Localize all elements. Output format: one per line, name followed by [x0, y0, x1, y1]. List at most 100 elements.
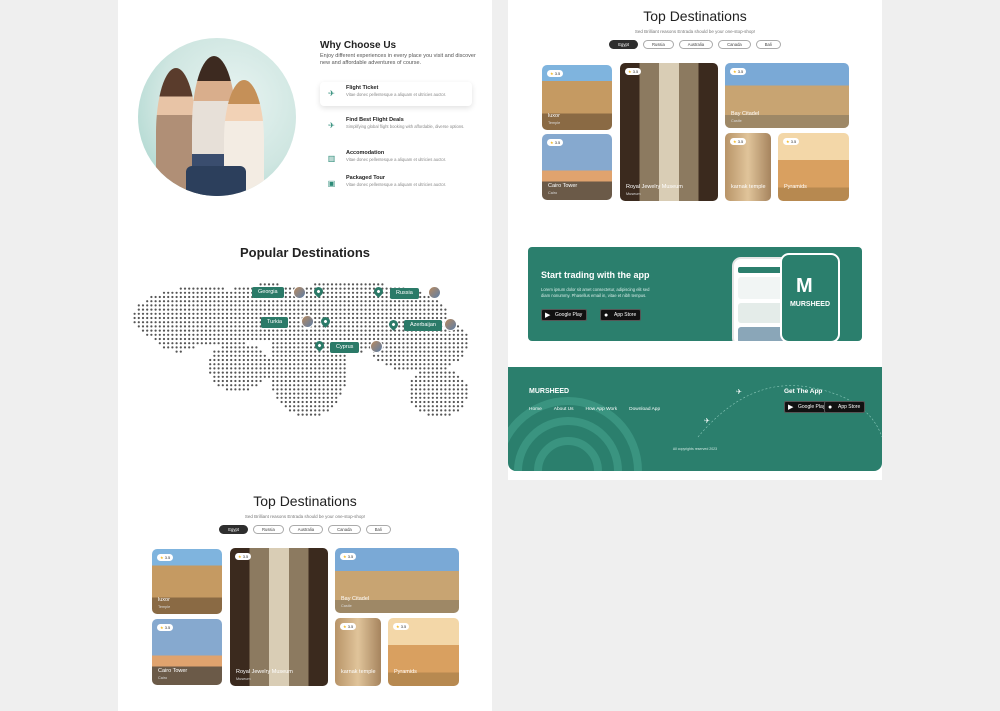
chip-egypt[interactable]: Egypt [219, 525, 248, 534]
map-dot [284, 342, 287, 345]
chip-canada[interactable]: Canada [328, 525, 361, 534]
card-bay-citadel[interactable]: ★ 3.5 Bay Citadel Castle [725, 63, 849, 128]
map-dot [444, 346, 447, 349]
map-dot [171, 308, 174, 311]
map-dot [293, 325, 296, 328]
map-dot [448, 337, 451, 341]
chip-russia[interactable]: Russia [252, 525, 284, 534]
map-dot [339, 371, 342, 374]
map-dot [389, 312, 392, 315]
card-royal-jewelry-museum[interactable]: ★ 3.5 Royal Jewelry Museum Museum [230, 548, 328, 686]
map-dot [288, 346, 292, 349]
card-bay-citadel[interactable]: ★ 3.5 Bay Citadel Castle [335, 548, 459, 613]
pin-label-turkia[interactable]: Turkia [261, 317, 289, 328]
map-dot [427, 396, 430, 399]
google-play-button[interactable]: ▶ Google Play [541, 309, 588, 321]
destination-photo [444, 318, 457, 331]
map-dot [423, 367, 426, 370]
map-dot [398, 367, 401, 370]
footer-app-store-button[interactable]: ● App Store [824, 401, 866, 413]
card-luxor[interactable]: ★ 3.5 luxor Temple [152, 549, 222, 614]
map-dot [452, 333, 455, 336]
banner-title: Start trading with the app [541, 270, 650, 280]
map-dot [381, 350, 384, 353]
map-dot [440, 392, 443, 395]
card-luxor[interactable]: ★ 3.5 luxor Temple [542, 65, 612, 130]
footer-link-how[interactable]: How App Work [586, 407, 618, 412]
pin-label-georgia[interactable]: Georgia [252, 287, 284, 298]
footer-link-home[interactable]: Home [529, 407, 542, 412]
map-dot [410, 367, 413, 370]
chip-canada[interactable]: Canada [718, 40, 751, 49]
pin-label-russia[interactable]: Russia [390, 288, 419, 299]
feature-flight-deals[interactable]: ✈ Find Best Flight Deals Simplifying glo… [320, 114, 472, 138]
map-dot [314, 405, 317, 408]
map-dot [410, 396, 413, 399]
map-dot [427, 388, 430, 391]
plane-icon: ✈ [328, 89, 335, 98]
map-dot [293, 367, 296, 370]
map-dot [452, 392, 455, 395]
map-dot [309, 392, 313, 395]
chip-australia[interactable]: Australia [678, 40, 714, 49]
map-dot [406, 350, 409, 353]
map-dot [288, 291, 292, 294]
map-dot [351, 291, 355, 294]
map-dot [398, 354, 401, 357]
map-dot [322, 329, 325, 332]
map-dot [431, 400, 434, 404]
map-dot [267, 358, 271, 362]
map-dot [393, 304, 397, 307]
map-dot [330, 291, 334, 294]
map-dot [389, 350, 392, 353]
map-dot [251, 304, 254, 307]
star-icon: ★ [786, 139, 790, 144]
chip-bali[interactable]: Bali [755, 40, 781, 49]
map-dot [251, 350, 254, 353]
card-cairo-tower[interactable]: ★ 3.5 Cairo Tower Cairo [542, 134, 612, 200]
map-dot [213, 350, 216, 353]
card-pyramids[interactable]: ★ 3.5 Pyramids [388, 618, 459, 686]
map-dot [234, 367, 237, 370]
chip-russia[interactable]: Russia [642, 40, 674, 49]
map-dot [167, 291, 170, 294]
feature-accomodation[interactable]: ▥ Accomodation Vitae donec pellentesque … [320, 147, 472, 171]
map-dot [385, 312, 388, 315]
footer-link-about[interactable]: About Us [554, 407, 574, 412]
map-dot [251, 379, 254, 383]
map-dot [183, 325, 187, 328]
card-royal-jewelry-museum[interactable]: ★ 3.5 Royal Jewelry Museum Museum [620, 63, 718, 201]
map-dot [385, 333, 388, 336]
pin-label-azerbaijan[interactable]: Azerbaijan [404, 320, 442, 331]
map-dot [431, 354, 434, 357]
feature-flight-ticket[interactable]: ✈ Flight Ticket Vitae donec pellentesque… [320, 82, 472, 106]
map-dot [225, 342, 229, 345]
map-dot [259, 371, 262, 374]
app-store-button[interactable]: ● App Store [600, 309, 642, 321]
map-dot [393, 333, 397, 336]
map-dot [402, 358, 405, 362]
map-dot [419, 379, 422, 383]
map-dot [440, 308, 443, 311]
feature-packaged-tour[interactable]: ▣ Packaged Tour Vitae donec pellentesque… [320, 172, 472, 196]
map-dot [314, 283, 317, 286]
card-cairo-tower[interactable]: ★ 3.5 Cairo Tower Cairo [152, 619, 222, 685]
map-dot [335, 363, 338, 366]
map-dot [398, 342, 401, 345]
map-dot [347, 295, 350, 299]
card-pyramids[interactable]: ★ 3.5 Pyramids [778, 133, 849, 201]
chip-australia[interactable]: Australia [288, 525, 324, 534]
footer-link-download[interactable]: Download App [629, 407, 660, 412]
map-dot [456, 342, 460, 345]
map-dot [318, 375, 321, 378]
card-karnak-temple[interactable]: ★ 3.5 karnak temple [725, 133, 771, 201]
card-karnak-temple[interactable]: ★ 3.5 karnak temple [335, 618, 381, 686]
copyright: All copyrights reserved 2023 [672, 447, 718, 451]
chip-egypt[interactable]: Egypt [609, 40, 638, 49]
map-dot [259, 312, 262, 315]
map-dot [183, 308, 187, 311]
map-dot [179, 304, 182, 307]
chip-bali[interactable]: Bali [365, 525, 391, 534]
pin-label-cyprus[interactable]: Cyprus [330, 342, 360, 353]
map-dot [234, 388, 237, 391]
